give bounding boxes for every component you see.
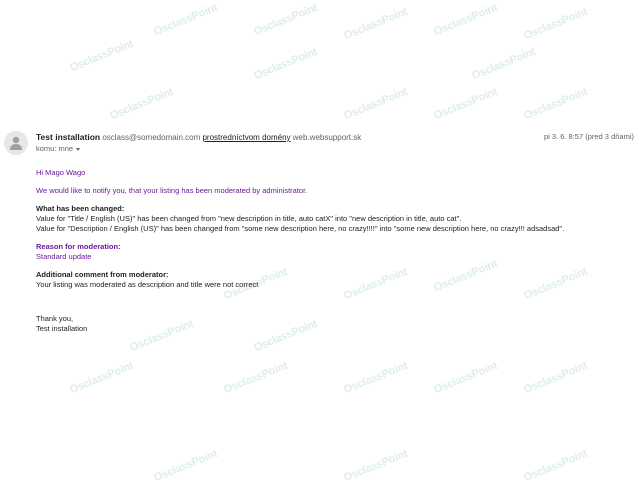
- sender-name[interactable]: Test installation: [36, 132, 100, 142]
- watermark: OsclassPoint: [522, 359, 590, 397]
- watermark: OsclassPoint: [432, 85, 500, 123]
- email-body: Hi Mago Wago We would like to notify you…: [36, 168, 634, 334]
- watermark: OsclassPoint: [152, 447, 220, 480]
- person-icon: [10, 136, 22, 150]
- watermark: OsclassPoint: [432, 1, 500, 39]
- reason-heading: Reason for moderation:: [36, 242, 121, 251]
- watermark: OsclassPoint: [522, 447, 590, 480]
- watermark: OsclassPoint: [222, 359, 290, 397]
- watermark: OsclassPoint: [432, 359, 500, 397]
- recipient-line[interactable]: komu: mne: [36, 144, 81, 153]
- watermark: OsclassPoint: [522, 5, 590, 43]
- reason-text: Standard update: [36, 252, 92, 261]
- changes-heading: What has been changed:: [36, 204, 125, 213]
- comment-text: Your listing was moderated as descriptio…: [36, 280, 259, 289]
- change-line: Value for "Description / English (US)" h…: [36, 224, 565, 233]
- watermark: OsclassPoint: [152, 1, 220, 39]
- greeting: Hi Mago Wago: [36, 168, 86, 177]
- caret-down-icon[interactable]: [76, 147, 81, 151]
- watermark: OsclassPoint: [342, 5, 410, 43]
- via-domain-link[interactable]: prostredníctvom domény: [202, 133, 290, 142]
- sender-avatar[interactable]: [4, 131, 28, 155]
- recipient-label: komu: mne: [36, 144, 74, 153]
- via-domain: web.websupport.sk: [292, 133, 362, 142]
- watermark: OsclassPoint: [342, 85, 410, 123]
- thanks-text: Thank you,: [36, 314, 74, 323]
- comment-heading: Additional comment from moderator:: [36, 270, 169, 279]
- intro-text: We would like to notify you, that your l…: [36, 186, 308, 195]
- email-view: OsclassPoint OsclassPoint OsclassPoint O…: [0, 0, 640, 480]
- watermark: OsclassPoint: [108, 85, 176, 123]
- watermark: OsclassPoint: [522, 85, 590, 123]
- sender-email: osclass@somedomain.com: [102, 133, 201, 142]
- watermark: OsclassPoint: [68, 359, 136, 397]
- watermark: OsclassPoint: [470, 45, 538, 83]
- change-line: Value for "Title / English (US)" has bee…: [36, 214, 462, 223]
- watermark: OsclassPoint: [252, 1, 320, 39]
- message-date[interactable]: pi 3. 6. 8:57 (pred 3 dňami): [544, 132, 634, 141]
- signature: Test installation: [36, 324, 88, 333]
- watermark: OsclassPoint: [68, 37, 136, 75]
- watermark: OsclassPoint: [342, 359, 410, 397]
- watermark: OsclassPoint: [252, 45, 320, 83]
- watermark: OsclassPoint: [342, 447, 410, 480]
